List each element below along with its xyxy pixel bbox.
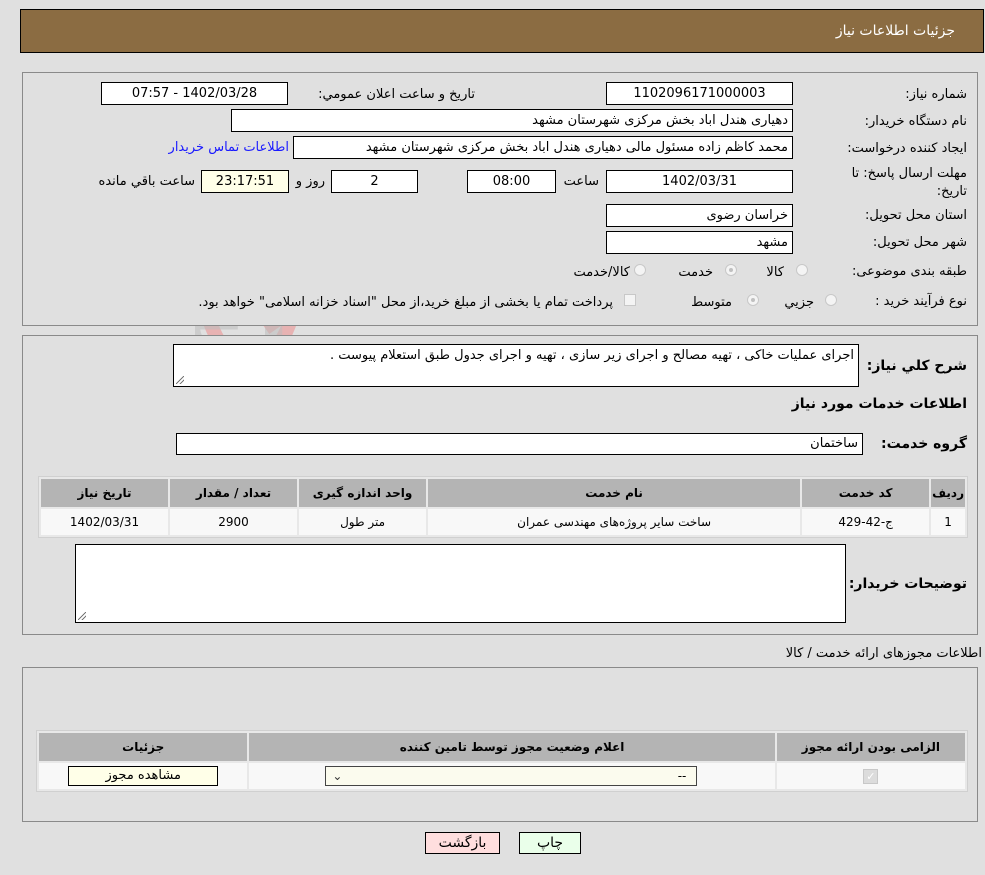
cell-permit-details: مشاهده مجوز bbox=[39, 763, 248, 789]
permits-table-header: الزامی بودن ارائه مجوز اعلام وضعیت مجوز … bbox=[39, 733, 965, 761]
cell-unit: متر طول bbox=[299, 509, 427, 535]
province-field: خراسان رضوی bbox=[606, 204, 793, 227]
view-permit-button[interactable]: مشاهده مجوز bbox=[68, 766, 219, 786]
province-label: استان محل تحویل: bbox=[865, 208, 967, 223]
cell-quantity: 2900 bbox=[170, 509, 298, 535]
category-option-goods: کالا bbox=[766, 265, 784, 280]
days-remaining-field: 2 bbox=[331, 170, 418, 193]
deadline-date-field: 1402/03/31 bbox=[606, 170, 793, 193]
description-textarea[interactable]: اجرای عملیات خاکی ، تهیه مصالح و اجرای ز… bbox=[173, 344, 859, 387]
city-field: مشهد bbox=[606, 231, 793, 254]
cell-permit-required: ✓ bbox=[776, 763, 965, 789]
page-title: جزئیات اطلاعات نیاز bbox=[835, 23, 955, 39]
service-group-field: ساختمان bbox=[176, 433, 863, 455]
need-number-field: 1102096171000003 bbox=[606, 82, 793, 105]
process-label: نوع فرآیند خرید : bbox=[875, 294, 967, 309]
announce-datetime-field: 1402/03/28 - 07:57 bbox=[101, 82, 288, 105]
process-option-minor: جزيي bbox=[784, 295, 814, 310]
remaining-time-field: 23:17:51 bbox=[201, 170, 289, 193]
buyer-notes-textarea[interactable] bbox=[75, 544, 846, 623]
creator-label: ایجاد کننده درخواست: bbox=[847, 141, 967, 156]
remaining-label: ساعت باقي مانده bbox=[98, 174, 195, 189]
category-radio-goods-service[interactable] bbox=[634, 264, 646, 276]
buyer-org-field: دهیاری هندل اباد بخش مرکزی شهرستان مشهد bbox=[231, 109, 793, 132]
deadline-time-label: ساعت bbox=[563, 174, 599, 189]
col-need-date: تاریخ نیاز bbox=[41, 479, 169, 507]
cell-service-code: ج-42-429 bbox=[802, 509, 930, 535]
services-table-header: ردیف کد خدمت نام خدمت واحد اندازه گیری ت… bbox=[41, 479, 965, 507]
table-row: ✓ -- ⌄ مشاهده مجوز bbox=[39, 763, 965, 789]
treasury-checkbox[interactable] bbox=[624, 294, 636, 306]
category-option-goods-service: کالا/خدمت bbox=[573, 265, 630, 280]
buyer-notes-label: توضیحات خریدار: bbox=[848, 576, 967, 592]
col-quantity: تعداد / مقدار bbox=[170, 479, 298, 507]
category-label: طبقه بندی موضوعی: bbox=[851, 264, 967, 279]
print-button[interactable]: چاپ bbox=[519, 832, 581, 854]
description-text: اجرای عملیات خاکی ، تهیه مصالح و اجرای ز… bbox=[329, 348, 854, 363]
city-label: شهر محل تحویل: bbox=[872, 235, 967, 250]
col-unit: واحد اندازه گیری bbox=[299, 479, 427, 507]
deadline-label: مهلت ارسال پاسخ: تا تاریخ: bbox=[851, 166, 967, 199]
creator-field: محمد کاظم زاده مسئول مالی دهیاری هندل اب… bbox=[293, 136, 793, 159]
permit-status-select[interactable]: -- ⌄ bbox=[325, 766, 698, 786]
announce-label: تاریخ و ساعت اعلان عمومي: bbox=[318, 87, 475, 102]
process-radio-medium[interactable] bbox=[747, 294, 759, 306]
col-permit-details: جزئیات bbox=[39, 733, 248, 761]
required-checkbox-checked-icon: ✓ bbox=[863, 768, 879, 784]
back-button[interactable]: بازگشت bbox=[425, 832, 500, 854]
col-permit-required: الزامی بودن ارائه مجوز bbox=[776, 733, 965, 761]
description-label: شرح كلي نياز: bbox=[866, 358, 967, 374]
buyer-contact-link[interactable]: اطلاعات تماس خریدار bbox=[169, 140, 289, 155]
services-table: ردیف کد خدمت نام خدمت واحد اندازه گیری ت… bbox=[38, 476, 968, 538]
permits-table: الزامی بودن ارائه مجوز اعلام وضعیت مجوز … bbox=[36, 730, 968, 792]
buyer-org-label: نام دستگاه خریدار: bbox=[864, 114, 967, 129]
treasury-note: پرداخت تمام یا بخشی از مبلغ خرید،از محل … bbox=[198, 295, 613, 310]
table-row: 1 ج-42-429 ساخت سایر پروژه‌های مهندسی عم… bbox=[41, 509, 965, 535]
permit-status-value: -- bbox=[677, 769, 687, 783]
permits-section-title: اطلاعات مجوزهای ارائه خدمت / کالا bbox=[785, 646, 982, 661]
col-permit-status: اعلام وضعیت مجوز توسط تامین کننده bbox=[249, 733, 775, 761]
service-group-label: گروه خدمت: bbox=[881, 436, 967, 452]
category-radio-service[interactable] bbox=[725, 264, 737, 276]
resize-grip-icon[interactable] bbox=[176, 376, 184, 384]
process-radio-minor[interactable] bbox=[825, 294, 837, 306]
category-radio-goods[interactable] bbox=[796, 264, 808, 276]
cell-need-date: 1402/03/31 bbox=[41, 509, 169, 535]
col-service-name: نام خدمت bbox=[428, 479, 801, 507]
need-number-label: شماره نیاز: bbox=[905, 87, 967, 102]
services-section-title: اطلاعات خدمات مورد نیاز bbox=[791, 396, 967, 412]
col-service-code: کد خدمت bbox=[802, 479, 930, 507]
cell-permit-status: -- ⌄ bbox=[249, 763, 775, 789]
page-header: جزئیات اطلاعات نیاز bbox=[20, 9, 984, 53]
col-row-number: ردیف bbox=[931, 479, 965, 507]
days-label: روز و bbox=[295, 174, 325, 189]
cell-service-name: ساخت سایر پروژه‌های مهندسی عمران bbox=[428, 509, 801, 535]
process-option-medium: متوسط bbox=[691, 295, 732, 310]
category-option-service: خدمت bbox=[678, 265, 713, 280]
resize-grip-icon[interactable] bbox=[78, 612, 86, 620]
chevron-down-icon: ⌄ bbox=[332, 769, 343, 783]
deadline-time-field: 08:00 bbox=[467, 170, 556, 193]
cell-row-number: 1 bbox=[931, 509, 965, 535]
